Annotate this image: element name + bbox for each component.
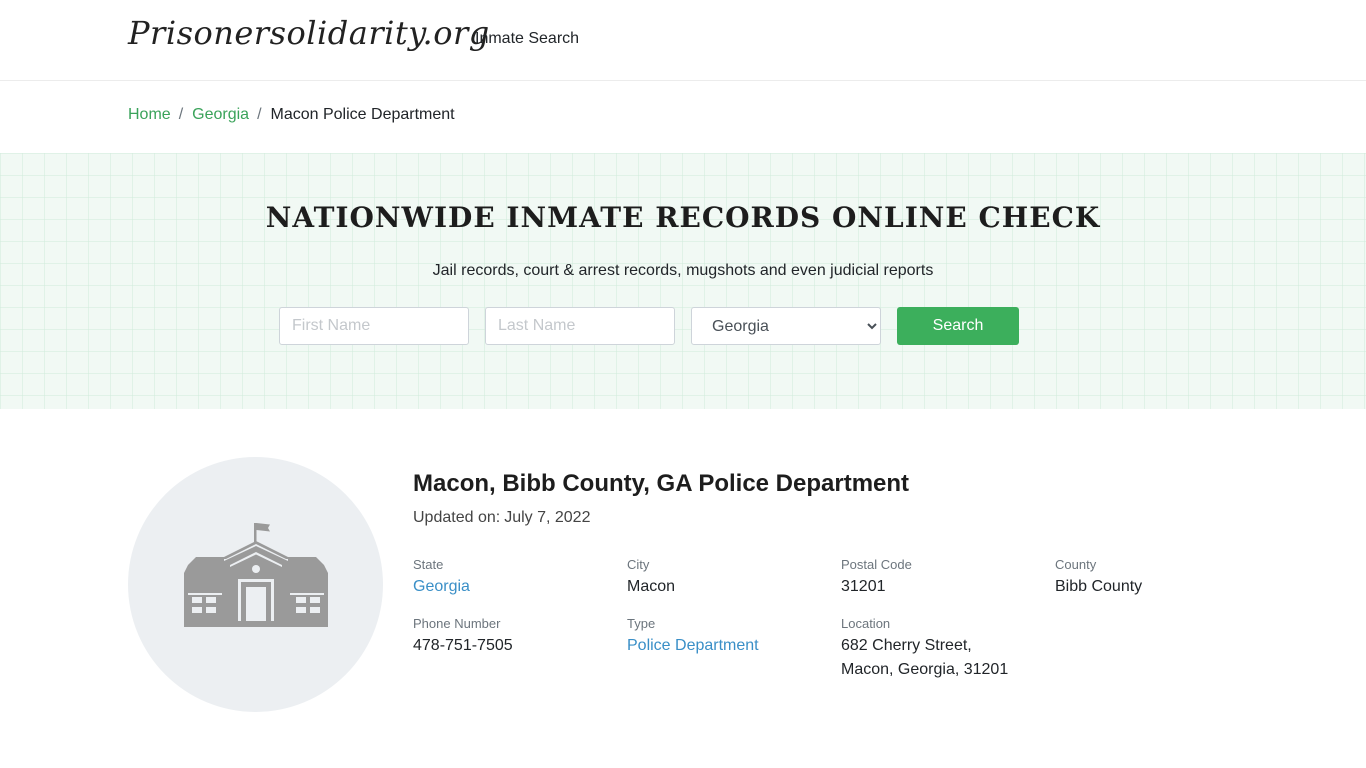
updated-date: July 7, 2022 [504, 509, 591, 526]
info-label: State [413, 557, 444, 572]
search-button[interactable]: Search [897, 307, 1019, 345]
hero-subtitle: Jail records, court & arrest records, mu… [432, 262, 934, 279]
building-icon [184, 523, 328, 627]
info-label: City [627, 557, 650, 572]
first-name-input[interactable] [279, 307, 469, 345]
info-state: State Georgia [413, 557, 470, 599]
info-county: County Bibb County [1055, 557, 1142, 599]
location-line-2: Macon, Georgia, 31201 [841, 661, 1009, 678]
search-hero: NATIONWIDE INMATE RECORDS ONLINE CHECK J… [0, 153, 1366, 409]
updated-label: Updated on: [413, 509, 501, 526]
info-phone: Phone Number 478-751-7505 [413, 616, 513, 658]
department-title: Macon, Bibb County, GA Police Department [413, 470, 910, 497]
info-postal-code: Postal Code 31201 [841, 557, 912, 599]
top-navbar: Prisonersolidarity.org Inmate Search [0, 0, 1366, 81]
updated-on: Updated on: July 7, 2022 [413, 509, 590, 527]
department-avatar [128, 457, 383, 712]
info-type: Type Police Department [627, 616, 759, 658]
state-link[interactable]: Georgia [413, 575, 470, 599]
info-label: Postal Code [841, 557, 912, 572]
breadcrumb: Home / Georgia / Macon Police Department [128, 106, 455, 124]
info-city: City Macon [627, 557, 675, 599]
breadcrumb-current: Macon Police Department [270, 106, 455, 123]
breadcrumb-separator: / [257, 106, 262, 123]
nav-inmate-search[interactable]: Inmate Search [475, 30, 579, 48]
site-logo[interactable]: Prisonersolidarity.org [128, 14, 490, 52]
info-label: Phone Number [413, 616, 501, 631]
last-name-input[interactable] [485, 307, 675, 345]
type-link[interactable]: Police Department [627, 634, 759, 658]
info-label: Type [627, 616, 656, 631]
info-location: Location 682 Cherry Street, Macon, Georg… [841, 616, 1008, 682]
hero-title: NATIONWIDE INMATE RECORDS ONLINE CHECK [265, 201, 1101, 234]
state-select[interactable]: Georgia [691, 307, 881, 345]
info-label: Location [841, 616, 891, 631]
info-value: Bibb County [1055, 578, 1143, 595]
location-line-1: 682 Cherry Street, [841, 637, 972, 654]
info-value: 478-751-7505 [413, 637, 513, 654]
info-label: County [1055, 557, 1097, 572]
breadcrumb-state[interactable]: Georgia [192, 106, 249, 124]
info-value: 31201 [841, 578, 886, 595]
breadcrumb-separator: / [178, 106, 184, 123]
breadcrumb-home[interactable]: Home [128, 106, 171, 124]
info-value: Macon [627, 578, 676, 595]
